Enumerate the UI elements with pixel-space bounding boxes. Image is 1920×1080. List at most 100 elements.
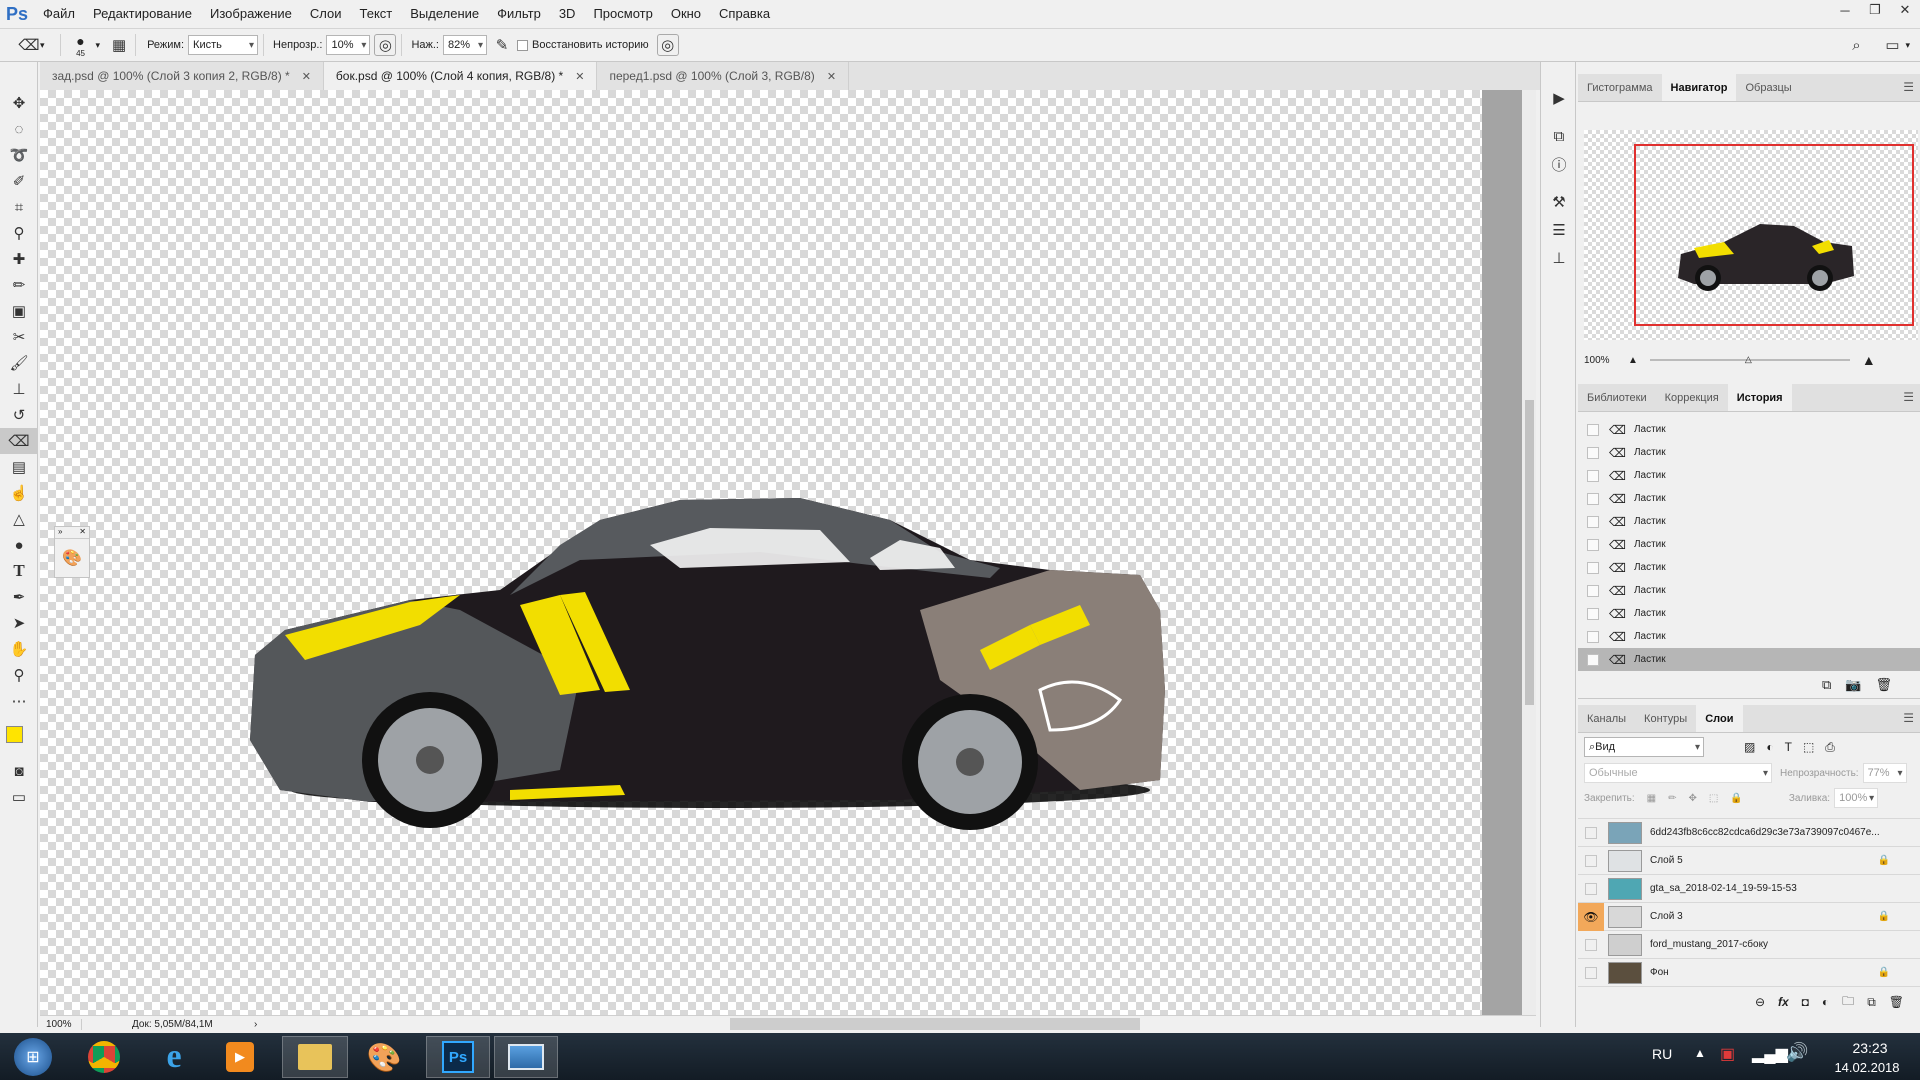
new-layer-icon[interactable]: ⧉ <box>1867 995 1876 1010</box>
start-button[interactable]: ⊞ <box>4 1036 62 1078</box>
adjustment-layer-icon[interactable]: ◐ <box>1822 995 1829 1009</box>
zoom-in-icon[interactable]: ▲ <box>1862 352 1876 368</box>
pressure-opacity-icon[interactable]: ◎ <box>374 34 397 56</box>
history-state[interactable]: ⌫ Ластик <box>1578 579 1920 602</box>
hand-tool-icon[interactable]: ✋ <box>0 636 38 662</box>
blend-mode-select[interactable]: Обычные <box>1584 763 1772 783</box>
doc-tab-back[interactable]: зад.psd @ 100% (Слой 3 копия 2, RGB/8) *… <box>40 62 324 90</box>
link-layers-icon[interactable]: ⊖ <box>1755 995 1765 1009</box>
menu-select[interactable]: Выделение <box>401 0 488 28</box>
layer-row[interactable]: ford_mustang_2017-сбоку <box>1578 931 1920 959</box>
tray-expand-icon[interactable]: ▲ <box>1694 1046 1706 1060</box>
visibility-toggle[interactable] <box>1578 847 1604 875</box>
healing-tool-icon[interactable]: ✚ <box>0 246 38 272</box>
taskbar-photoshop[interactable]: Ps <box>426 1036 490 1078</box>
history-state[interactable]: ⌫ Ластик <box>1578 418 1920 441</box>
clone-source-icon[interactable]: ⊥ <box>1541 244 1577 272</box>
lock-position-icon[interactable]: ✥ <box>1689 793 1697 804</box>
history-snapshot-checkbox[interactable] <box>1587 653 1599 666</box>
navigator-zoom-value[interactable]: 100% <box>1578 355 1628 366</box>
history-state[interactable]: ⌫ Ластик <box>1578 556 1920 579</box>
layer-comps-icon[interactable]: ⧉ <box>1541 122 1577 150</box>
history-snapshot-checkbox[interactable] <box>1587 423 1599 436</box>
visibility-eye-icon[interactable]: 👁 <box>1578 902 1604 931</box>
language-indicator[interactable]: RU <box>1652 1046 1672 1062</box>
zoom-slider[interactable]: △ <box>1649 354 1850 364</box>
crop-tool-icon[interactable]: ⌗ <box>0 194 38 220</box>
brush-tool-icon[interactable]: ✏ <box>0 272 38 298</box>
content-aware-tool-icon[interactable]: ✂ <box>0 324 38 350</box>
workspace-icon[interactable]: ▭ <box>1881 34 1903 56</box>
clock-date[interactable]: 14.02.2018 <box>1822 1060 1912 1075</box>
restore-history-checkbox[interactable] <box>517 39 528 51</box>
history-brush-tool-icon[interactable]: ↺ <box>0 402 38 428</box>
taskbar-explorer[interactable] <box>282 1036 348 1078</box>
filter-shape-icon[interactable]: ⬚ <box>1803 740 1814 755</box>
history-snapshot-checkbox[interactable] <box>1587 446 1599 459</box>
network-icon[interactable]: ▂▄▆ <box>1752 1044 1788 1064</box>
brush-size-picker[interactable]: ● 45 <box>66 33 96 58</box>
lock-transparency-icon[interactable]: ▦ <box>1647 793 1656 804</box>
history-state[interactable]: ⌫ Ластик <box>1578 533 1920 556</box>
more-tools-icon[interactable]: ⋯ <box>0 688 38 714</box>
fill-input[interactable]: 100% <box>1834 788 1879 808</box>
search-icon[interactable]: ⌕ <box>1845 34 1867 56</box>
eraser-preset-icon[interactable]: ⌫ <box>18 34 40 56</box>
taskbar-paint[interactable]: 🎨 <box>356 1036 412 1078</box>
visibility-toggle[interactable] <box>1578 959 1604 987</box>
filter-adjustment-icon[interactable]: ◐ <box>1766 740 1773 755</box>
move-tool-icon[interactable]: ✥ <box>0 90 38 116</box>
history-snapshot-checkbox[interactable] <box>1587 630 1599 643</box>
trash-icon[interactable]: 🗑 <box>1875 677 1892 693</box>
doc-tab-side[interactable]: бок.psd @ 100% (Слой 4 копия, RGB/8) * ✕ <box>323 62 598 90</box>
smudge-tool-icon[interactable]: ☝ <box>0 480 38 506</box>
lock-artboard-icon[interactable]: ⬚ <box>1709 793 1718 804</box>
restore-icon[interactable]: ❐ <box>1860 0 1890 20</box>
lock-pixels-icon[interactable]: ✏ <box>1668 793 1676 804</box>
tab-channels[interactable]: Каналы <box>1578 705 1635 732</box>
history-state[interactable]: ⌫ Ластик <box>1578 625 1920 648</box>
visibility-toggle[interactable] <box>1578 875 1604 903</box>
document-canvas[interactable] <box>40 90 1482 1015</box>
layer-row[interactable]: Фон 🔒 <box>1578 959 1920 987</box>
menu-window[interactable]: Окно <box>662 0 710 28</box>
info-icon[interactable]: ⓘ <box>1541 150 1577 178</box>
tab-swatches[interactable]: Образцы <box>1736 74 1800 101</box>
taskbar-photo-viewer[interactable] <box>494 1036 558 1078</box>
menu-filter[interactable]: Фильтр <box>488 0 550 28</box>
quick-select-tool-icon[interactable]: ✐ <box>0 168 38 194</box>
clock-time[interactable]: 23:23 <box>1840 1040 1900 1056</box>
taskbar-chrome[interactable] <box>76 1036 132 1078</box>
history-snapshot-checkbox[interactable] <box>1587 561 1599 574</box>
eraser-tool-icon[interactable]: ⌫ <box>0 428 38 454</box>
tab-navigator[interactable]: Навигатор <box>1661 74 1737 101</box>
taskbar-media[interactable]: ▶ <box>212 1036 268 1078</box>
layer-row[interactable]: 👁 Слой 3 🔒 <box>1578 902 1920 931</box>
tab-histogram[interactable]: Гистограмма <box>1578 74 1662 101</box>
mode-select[interactable]: Кисть <box>188 35 259 55</box>
panel-menu-icon[interactable]: ☰ <box>1903 80 1914 94</box>
dodge-tool-icon[interactable]: ● <box>0 532 38 558</box>
palette-icon[interactable]: 🎨 <box>55 539 89 577</box>
layer-row[interactable]: gta_sa_2018-02-14_19-59-15-53 <box>1578 875 1920 903</box>
eyedropper-tool-icon[interactable]: ⚲ <box>0 220 38 246</box>
tab-history[interactable]: История <box>1727 384 1792 411</box>
visibility-toggle[interactable] <box>1578 819 1604 847</box>
layer-row[interactable]: Слой 5 🔒 <box>1578 847 1920 875</box>
zoom-out-icon[interactable]: ▲ <box>1628 355 1638 366</box>
menu-3d[interactable]: 3D <box>550 0 585 28</box>
history-state[interactable]: ⌫ Ластик <box>1578 510 1920 533</box>
history-state[interactable]: ⌫ Ластик <box>1578 602 1920 625</box>
menu-edit[interactable]: Редактирование <box>84 0 201 28</box>
tab-paths[interactable]: Контуры <box>1635 705 1696 732</box>
layer-row[interactable]: 6dd243fb8c6cc82cdca6d29c3e73a739097c0467… <box>1578 819 1920 847</box>
panel-menu-icon[interactable]: ☰ <box>1903 711 1914 725</box>
history-state[interactable]: ⌫ Ластик <box>1578 464 1920 487</box>
menu-text[interactable]: Текст <box>351 0 402 28</box>
close-tab-icon[interactable]: ✕ <box>827 70 836 83</box>
filter-type-icon[interactable]: T <box>1785 740 1792 755</box>
history-snapshot-checkbox[interactable] <box>1587 515 1599 528</box>
horizontal-scroll-thumb[interactable] <box>730 1018 1140 1030</box>
screen-mode-icon[interactable]: ▭ <box>0 784 38 810</box>
flow-input[interactable]: 82% <box>443 35 487 55</box>
